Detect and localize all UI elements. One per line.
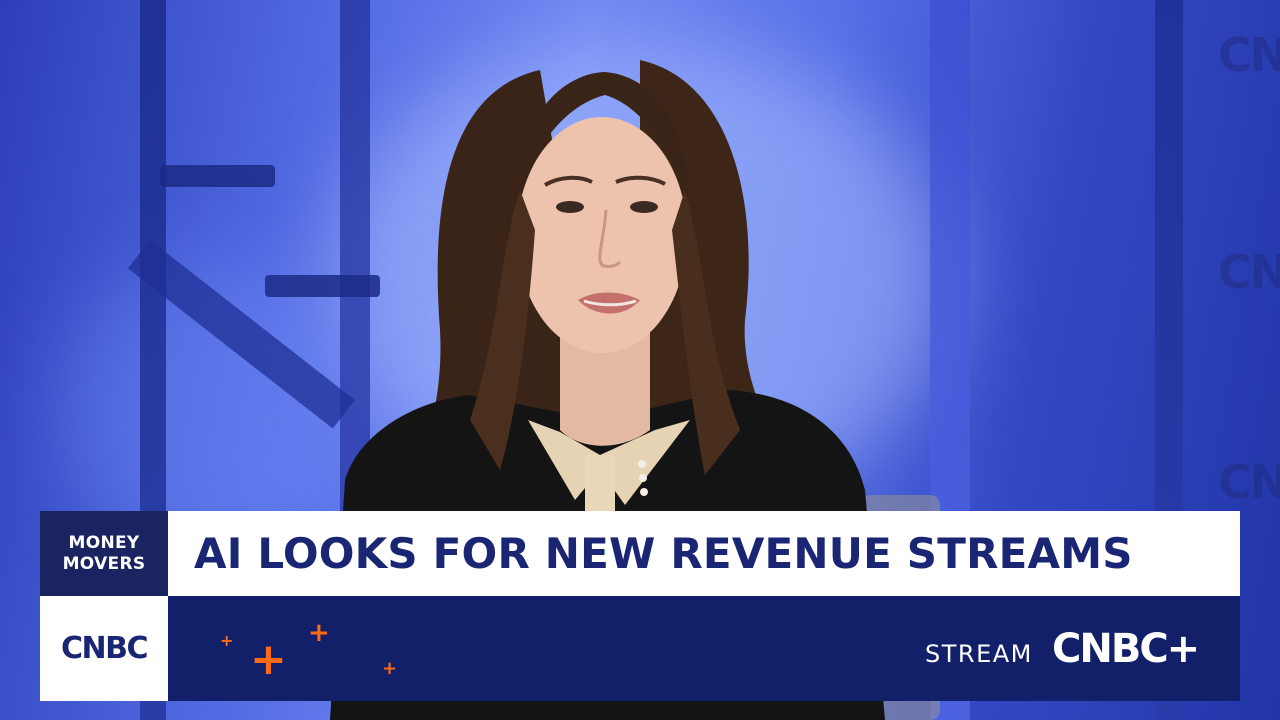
plus-icon: +: [220, 631, 234, 650]
stream-promo-bar: + + + + STREAM CNBC+: [168, 596, 1240, 701]
plus-icon: +: [250, 634, 287, 685]
lower-third-graphic: MONEY MOVERS AI LOOKS FOR NEW REVENUE ST…: [40, 511, 1240, 701]
cnbc-logo: CNBC: [60, 631, 149, 666]
show-name-line: MOVERS: [62, 553, 146, 574]
show-name-line: MONEY: [68, 532, 140, 553]
plus-icon: +: [308, 618, 330, 648]
show-name-badge: MONEY MOVERS: [40, 511, 168, 596]
headline-bar: AI LOOKS FOR NEW REVENUE STREAMS: [168, 511, 1240, 596]
cnbc-plus-logo: CNBC+: [1052, 626, 1200, 672]
headline-text: AI LOOKS FOR NEW REVENUE STREAMS: [194, 529, 1133, 578]
stream-label: STREAM: [925, 640, 1033, 668]
network-logo-box: CNBC: [40, 596, 168, 701]
plus-icon: +: [382, 658, 398, 679]
